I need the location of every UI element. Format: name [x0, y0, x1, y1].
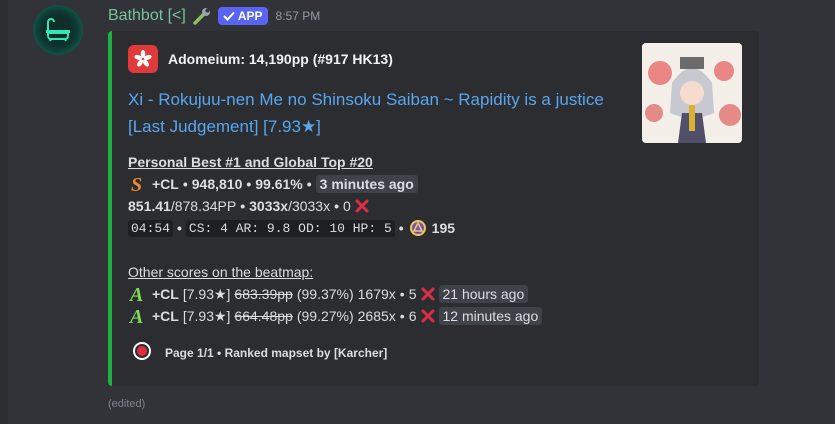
- app-badge-label: APP: [237, 9, 263, 23]
- other-score-stars: [7.93★]: [182, 307, 231, 324]
- miss-x-icon: [355, 199, 369, 213]
- rank-s-icon: S: [128, 174, 148, 194]
- osu-icon: [132, 341, 152, 366]
- pp-line: 851.41/878.34PP • 3033x/3033x • 0: [128, 195, 628, 217]
- svg-text:A: A: [129, 306, 143, 326]
- other-score-acc: (99.27%): [296, 308, 354, 324]
- other-score-combo: 2685x: [357, 308, 396, 324]
- other-scores-header: Other scores on the beatmap:: [128, 264, 314, 280]
- other-score-acc: (99.37%): [296, 286, 354, 302]
- score-time-ago[interactable]: 3 minutes ago: [315, 175, 418, 193]
- embed-footer-text: Page 1/1 • Ranked mapset by [Karcher]: [165, 346, 388, 360]
- username[interactable]: Bathbot [<]: [108, 7, 186, 25]
- map-difficulty-stats: CS: 4 AR: 9.8 OD: 10 HP: 5: [185, 219, 395, 237]
- sep-dot: •: [246, 176, 252, 192]
- embed-description: Personal Best #1 and Global Top #20 S +C…: [128, 151, 628, 327]
- rank-a-icon: A: [128, 284, 148, 304]
- other-score-time-ago[interactable]: 12 minutes ago: [438, 307, 543, 325]
- pp-max: /878.34PP: [170, 198, 237, 214]
- sep-dot: •: [399, 286, 405, 302]
- score-embed: Adomeium: 14,190pp (#917 HK13) Xi - Roku…: [108, 31, 759, 386]
- bpm-icon: [408, 219, 428, 237]
- checkmark-icon: [223, 11, 235, 21]
- other-score-row: A +CL [7.93★] 683.39pp (99.37%) 1679x • …: [128, 283, 628, 305]
- other-score-misses: 6: [408, 308, 417, 324]
- svg-text:A: A: [129, 284, 143, 304]
- message-header: Bathbot [<] APP 8:57 PM: [108, 3, 320, 29]
- beatmap-thumbnail[interactable]: [642, 43, 742, 143]
- message-timestamp[interactable]: 8:57 PM: [276, 9, 321, 23]
- score-line: S +CL • 948,810 • 99.61% • 3 minutes ago: [128, 173, 628, 195]
- sep-dot: •: [177, 220, 182, 236]
- beatmap-title-link[interactable]: Xi - Rokujuu-nen Me no Shinsoku Saiban ~…: [128, 86, 618, 140]
- other-score-time-ago[interactable]: 21 hours ago: [438, 285, 529, 303]
- sep-dot: •: [182, 176, 188, 192]
- combo-value: 3033x: [249, 198, 289, 214]
- map-length: 04:54: [128, 219, 174, 237]
- map-bpm: 195: [431, 220, 456, 236]
- other-score-mods: +CL: [152, 286, 179, 302]
- sep-dot: •: [398, 220, 404, 236]
- embed-footer: Page 1/1 • Ranked mapset by [Karcher]: [132, 341, 388, 366]
- other-score-pp: 683.39pp: [234, 286, 293, 302]
- other-score-combo: 1679x: [357, 286, 396, 302]
- other-score-stars: [7.93★]: [182, 285, 231, 302]
- other-score-pp: 664.48pp: [234, 308, 293, 324]
- personal-best-line: Personal Best #1 and Global Top #20: [128, 154, 373, 170]
- bot-avatar[interactable]: [33, 5, 83, 55]
- miss-x-icon: [421, 287, 435, 301]
- rank-a-icon: A: [128, 306, 148, 326]
- other-score-mods: +CL: [152, 308, 179, 324]
- left-edge-strip: [0, 0, 8, 424]
- bathtub-icon: [46, 18, 70, 42]
- embed-author[interactable]: Adomeium: 14,190pp (#917 HK13): [128, 45, 393, 73]
- hk-flag-icon: [128, 45, 158, 73]
- sep-dot: •: [334, 198, 340, 214]
- other-score-misses: 5: [408, 286, 417, 302]
- svg-text:S: S: [131, 174, 142, 194]
- sep-dot: •: [240, 198, 246, 214]
- other-score-row: A +CL [7.93★] 664.48pp (99.27%) 2685x • …: [128, 305, 628, 327]
- score-accuracy: 99.61%: [255, 176, 303, 192]
- edited-label: (edited): [108, 398, 146, 410]
- combo-max: /3033x: [288, 198, 331, 214]
- map-stats-line: 04:54 • CS: 4 AR: 9.8 OD: 10 HP: 5 • 195: [128, 217, 628, 239]
- wrench-icon: [192, 6, 212, 26]
- score-value: 948,810: [191, 176, 243, 192]
- app-badge: APP: [217, 7, 268, 25]
- miss-count: 0: [343, 198, 351, 214]
- sep-dot: •: [399, 308, 405, 324]
- embed-author-name[interactable]: Adomeium: 14,190pp (#917 HK13): [168, 51, 393, 67]
- score-mods: +CL: [152, 176, 179, 192]
- pp-value: 851.41: [128, 198, 171, 214]
- sep-dot: •: [306, 176, 312, 192]
- miss-x-icon: [421, 309, 435, 323]
